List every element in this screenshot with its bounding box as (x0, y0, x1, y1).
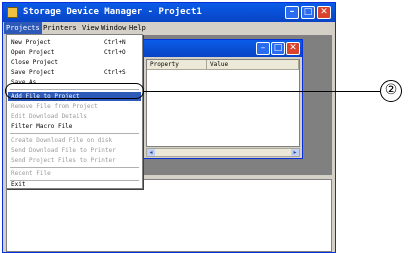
child-minimize-icon[interactable]: – (256, 42, 270, 55)
menu-separator (10, 133, 139, 134)
callout-highlight-oval (5, 83, 144, 99)
menuitem-open-project[interactable]: Open Project Ctrl+O (8, 48, 141, 57)
child-title-bar[interactable]: – □ ✕ (144, 40, 302, 57)
menu-bar: Projects Printers View Window Help (3, 22, 335, 34)
menuitem-close-project[interactable]: Close Project (8, 58, 141, 67)
menuitem-create-download-file[interactable]: Create Download File on disk (8, 136, 141, 145)
properties-grid[interactable]: Property Value (146, 59, 300, 147)
menu-printers[interactable]: Printers (41, 22, 79, 34)
menu-view[interactable]: View (80, 22, 101, 34)
child-maximize-icon[interactable]: □ (271, 42, 285, 55)
menu-projects[interactable]: Projects (4, 22, 42, 34)
main-window: Storage Device Manager - Project1 – □ ✕ … (2, 2, 336, 253)
menuitem-send-download-file[interactable]: Send Download File to Printer (8, 146, 141, 155)
window-title: Storage Device Manager - Project1 (23, 7, 202, 17)
menuitem-remove-file[interactable]: Remove File from Project (8, 102, 141, 111)
scroll-left-icon[interactable]: ◂ (147, 149, 155, 156)
column-header-property[interactable]: Property (147, 60, 207, 70)
child-close-icon[interactable]: ✕ (286, 42, 300, 55)
menuitem-filter-macro-file[interactable]: Filter Macro File (8, 122, 141, 131)
menu-window[interactable]: Window (99, 22, 128, 34)
menuitem-exit[interactable]: Exit (8, 180, 141, 189)
scroll-right-icon[interactable]: ▸ (291, 149, 299, 156)
menuitem-edit-download-details[interactable]: Edit Download Details (8, 112, 141, 121)
callout-number: ② (380, 80, 402, 102)
horizontal-scrollbar[interactable]: ◂ ▸ (146, 148, 300, 157)
callout-leader-line (144, 91, 380, 92)
title-bar[interactable]: Storage Device Manager - Project1 – □ ✕ (3, 3, 335, 22)
output-pane (6, 179, 332, 252)
menu-separator (10, 167, 139, 168)
close-icon[interactable]: ✕ (317, 6, 331, 19)
menuitem-send-project-files[interactable]: Send Project Files to Printer (8, 156, 141, 165)
maximize-icon[interactable]: □ (301, 6, 315, 19)
projects-dropdown-menu: New Project Ctrl+N Open Project Ctrl+O C… (6, 34, 143, 189)
minimize-icon[interactable]: – (285, 6, 299, 19)
menuitem-recent-file[interactable]: Recent File (8, 169, 141, 178)
menuitem-new-project[interactable]: New Project Ctrl+N (8, 38, 141, 47)
menuitem-save-project[interactable]: Save Project Ctrl+S (8, 68, 141, 77)
menu-help[interactable]: Help (127, 22, 148, 34)
project-child-window[interactable]: – □ ✕ Property Value ◂ ▸ (143, 39, 303, 159)
column-header-value[interactable]: Value (207, 60, 299, 70)
app-icon (7, 7, 18, 18)
